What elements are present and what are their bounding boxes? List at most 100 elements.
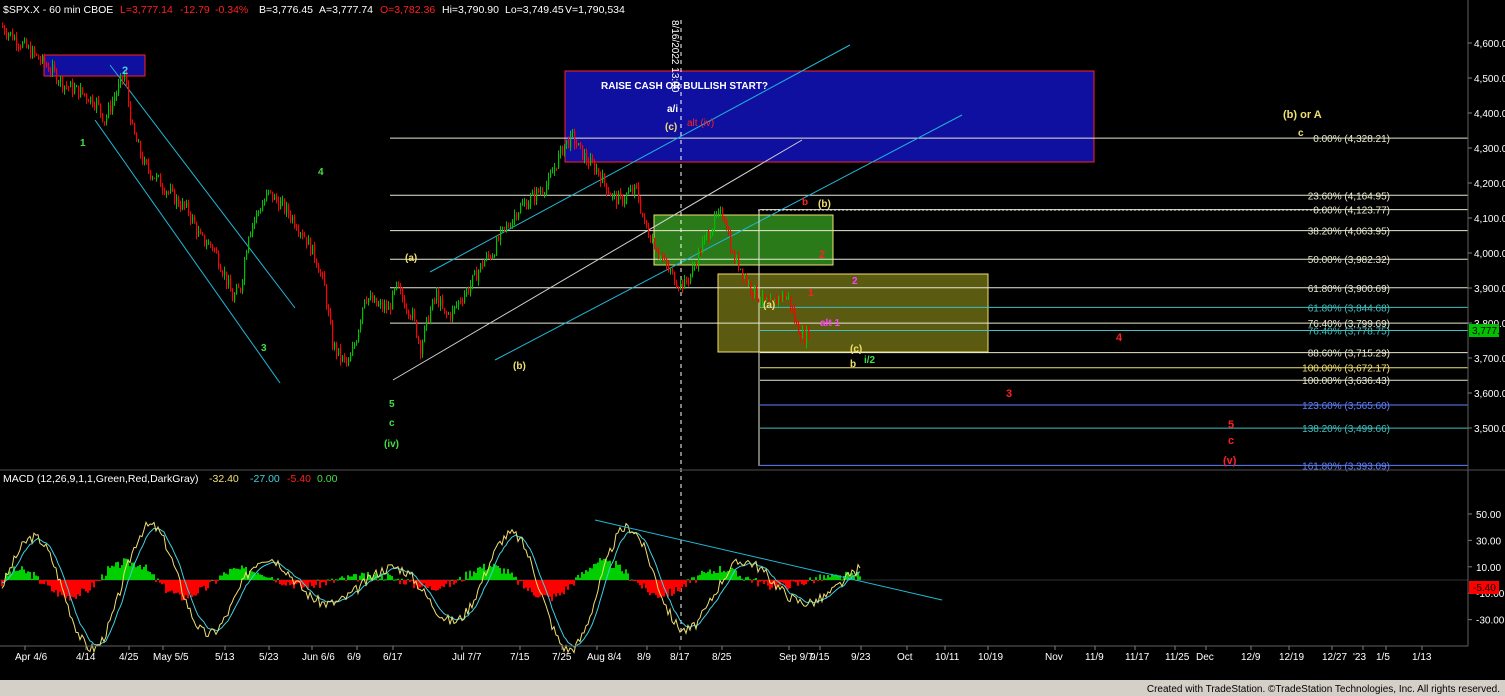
fib-label: 138.20% (3,499.66) [1302,424,1390,435]
candle-body [222,271,224,276]
candle-body [84,93,86,95]
macd-histogram-bar [821,580,823,582]
candle-body [548,176,550,186]
chart-canvas[interactable]: 0.00% (4,328.21) 23.60% (4,164.95) 0.00% (… [0,0,1505,696]
macd-histogram-bar [717,572,719,580]
candle-body [796,321,798,324]
candle-body [24,39,26,43]
macd-histogram-bar [571,580,573,585]
candle-body [628,191,630,194]
wave-label: 4 [318,167,324,178]
candle-body [74,87,76,94]
wave-label: i/2 [864,355,876,366]
candle-body [312,244,314,255]
candle-body [304,236,306,238]
macd-tick-label: 50.00 [1476,510,1501,521]
header-open: O=3,782.36 [380,4,435,16]
macd-histogram-bar [275,580,277,583]
macd-histogram-bar [399,580,401,585]
macd-histogram-bar [355,574,357,580]
candle-body [606,183,608,193]
macd-histogram-bar [311,580,313,586]
header-ask: A=3,777.74 [319,4,373,16]
macd-histogram-bar [755,578,757,580]
macd-histogram-bar [479,566,481,580]
candle-body [726,219,728,231]
candle-body [758,299,760,302]
candle-body [558,153,560,168]
candle-body [668,264,670,271]
macd-histogram-bar [57,580,59,597]
macd-histogram-bar [351,576,353,580]
time-tick-label: 7/25 [552,652,572,663]
macd-histogram-bar [791,580,793,581]
macd-histogram-bar [161,580,163,585]
candle-body [248,236,250,252]
macd-histogram-bar [639,580,641,586]
macd-histogram-bar [767,580,769,586]
candle-body [164,190,166,194]
macd-histogram-bar [155,580,157,582]
candle-body [224,271,226,276]
candle-body [390,306,392,310]
candle-body [318,265,320,273]
candle-body [402,290,404,299]
macd-histogram-bar [705,573,707,580]
candle-body [430,309,432,323]
time-tick-label: 12/9 [1241,652,1261,663]
candle-body [252,224,254,234]
candle-body [642,212,644,217]
macd-histogram-bar [101,574,103,580]
macd-histogram-bar [805,580,807,585]
candle-body [702,241,704,254]
candle-body [604,173,606,184]
candle-body [636,185,638,187]
candle-body [144,159,146,164]
candle-body [192,216,194,221]
macd-histogram-bar [757,580,759,587]
candle-body [690,274,692,282]
candle-body [476,270,478,281]
wave-label: (iv) [384,439,399,450]
candle-body [130,103,132,123]
candle-body [514,214,516,221]
candle-body [356,341,358,345]
candle-body [194,216,196,224]
macd-histogram-bar [45,580,47,582]
candle-body [190,213,192,221]
macd-histogram-bar [255,574,257,580]
candle-body [268,190,270,194]
candle-body [218,253,220,267]
macd-histogram-bar [823,575,825,580]
candle-body [454,306,456,310]
candle-body [700,250,702,254]
candle-body [562,146,564,155]
macd-histogram-bar [289,580,291,586]
candle-body [242,280,244,292]
candle-body [106,116,108,123]
wave-label: 1 [808,288,814,299]
candle-body [362,307,364,321]
time-tick-label: 4/14 [76,652,96,663]
macd-histogram-bar [645,580,647,589]
header-bid: B=3,776.45 [259,4,313,16]
candle-body [306,236,308,245]
macd-histogram-bar [579,577,581,580]
time-tick-label: 7/15 [510,652,530,663]
candle-body [462,301,464,303]
candle-body [38,54,40,60]
macd-histogram-bar [697,575,699,580]
candle-body [254,219,256,225]
candle-body [526,202,528,209]
candle-body [532,191,534,196]
price-tick-label: 3,500.00 [1474,424,1505,435]
macd-histogram-bar [641,580,643,589]
macd-histogram-bar [343,577,345,580]
macd-histogram-bar [283,580,285,585]
macd-histogram-bar [35,575,37,580]
blue-box-top-left[interactable] [43,54,146,77]
candle-body [326,285,328,308]
candle-body [176,197,178,205]
macd-histogram-bar [589,567,591,580]
candle-body [258,211,260,213]
